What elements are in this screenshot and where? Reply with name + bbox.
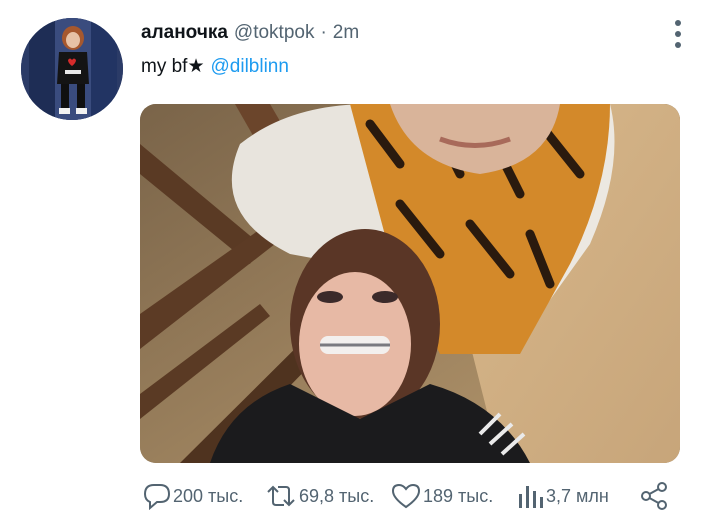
user-handle[interactable]: @toktpok [234, 22, 315, 44]
tweet-text: my bf★ @dilblinn [141, 55, 289, 78]
mention-link[interactable]: @dilblinn [211, 56, 289, 77]
like-count: 189 тыс. [423, 485, 494, 506]
photo-image [140, 104, 680, 463]
retweet-icon [267, 485, 295, 507]
retweet-count: 69,8 тыс. [299, 485, 375, 506]
share-button[interactable] [638, 481, 670, 511]
tweet-photo[interactable] [140, 104, 680, 463]
like-button[interactable]: 189 тыс. [390, 482, 493, 510]
display-name[interactable]: аланочка [141, 22, 228, 44]
reply-count: 200 тыс. [173, 485, 244, 506]
avatar[interactable] [21, 18, 123, 120]
views-button[interactable]: 3,7 млн [515, 482, 609, 510]
separator-dot: · [320, 22, 327, 43]
more-icon[interactable] [668, 20, 688, 48]
views-count: 3,7 млн [546, 485, 609, 506]
timestamp[interactable]: 2m [333, 22, 359, 44]
views-icon [519, 486, 543, 508]
reply-button[interactable]: 200 тыс. [142, 482, 243, 510]
avatar-image [21, 18, 123, 120]
tweet-body: my bf★ [141, 56, 205, 77]
tweet-header: аланочка @toktpok · 2m [141, 21, 359, 45]
retweet-button[interactable]: 69,8 тыс. [264, 482, 374, 510]
action-bar: 200 тыс. 69,8 тыс. 189 тыс. 3,7 млн [142, 481, 682, 511]
like-icon [391, 483, 421, 509]
reply-icon [143, 484, 171, 510]
share-icon [641, 482, 667, 510]
